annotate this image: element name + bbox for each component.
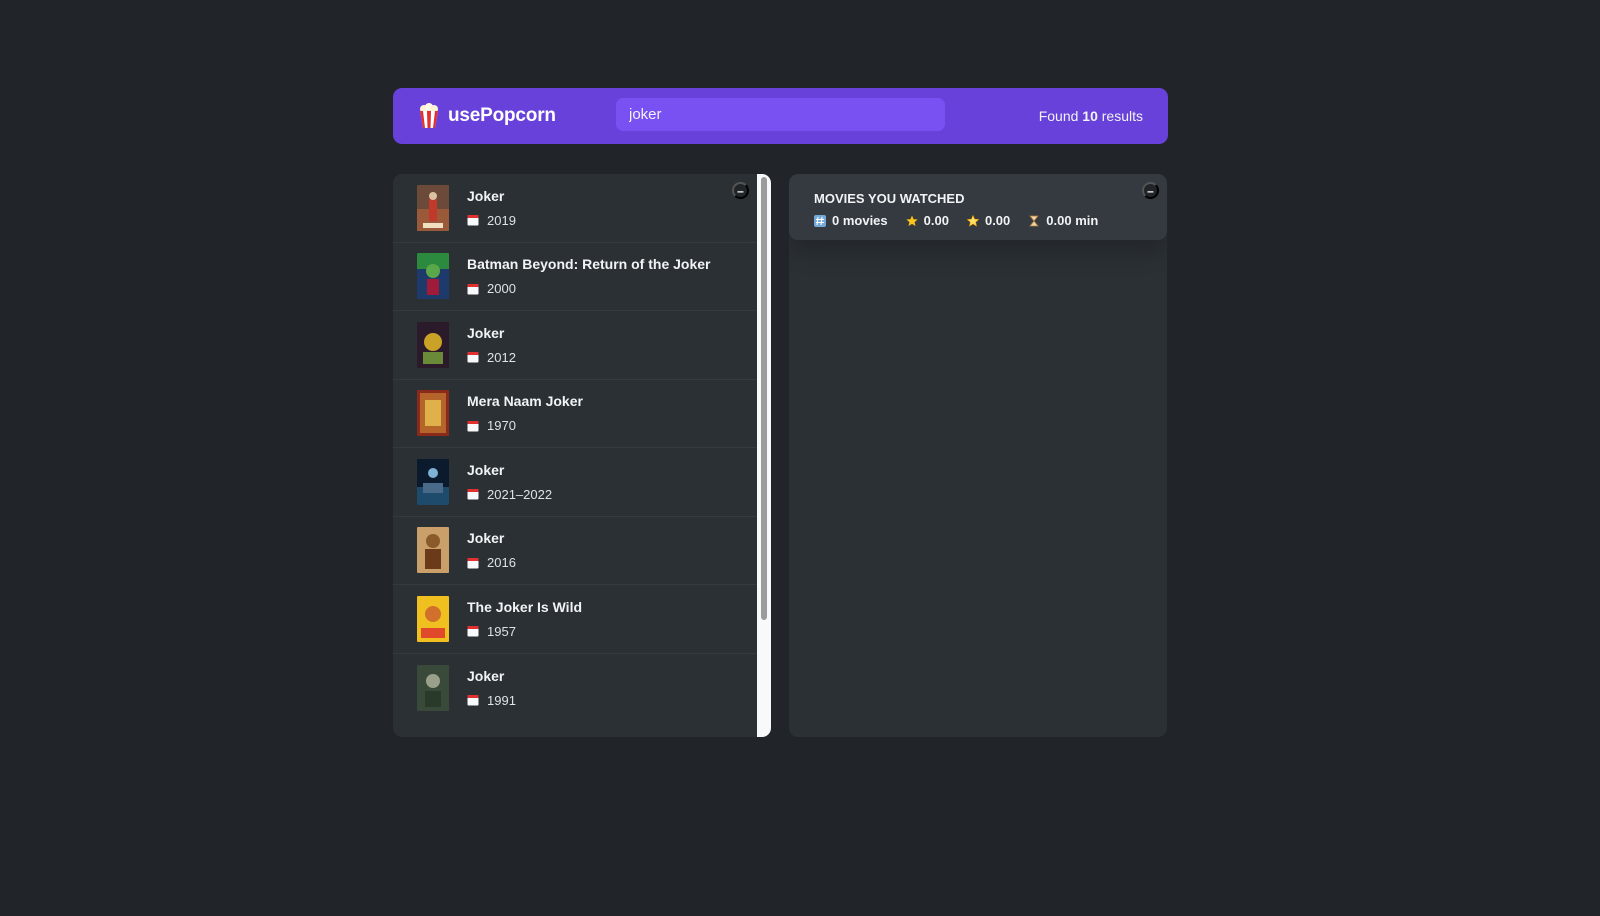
movie-item[interactable]: Joker 2012 <box>393 311 771 380</box>
collapse-results-button[interactable]: – <box>732 182 749 199</box>
movie-poster-image <box>417 390 449 437</box>
results-count: Found 10 results <box>1039 108 1143 124</box>
results-suffix: results <box>1101 108 1143 124</box>
hourglass-icon <box>1029 215 1040 226</box>
scrollbar-thumb[interactable] <box>761 177 767 620</box>
movie-item[interactable]: Joker 1991 <box>393 654 771 723</box>
movie-list: Joker 2019 Batman Beyond: Return of the … <box>393 174 771 737</box>
calendar-icon <box>467 557 479 569</box>
movie-title: The Joker Is Wild <box>467 598 583 615</box>
movie-year: 2012 <box>487 349 516 365</box>
calendar-icon <box>467 626 479 637</box>
movie-year: 1991 <box>487 692 516 708</box>
movie-item[interactable]: Joker 2016 <box>393 517 771 585</box>
movie-item[interactable]: Batman Beyond: Return of the Joker 2000 <box>393 243 771 311</box>
movie-title: Joker <box>467 530 505 547</box>
movie-poster-image <box>417 321 449 368</box>
results-number: 10 <box>1082 108 1098 124</box>
movie-year: 2016 <box>487 555 516 571</box>
avg-user-rating: 0.00 <box>984 213 1011 228</box>
movie-item[interactable]: Joker 2019 <box>393 174 771 243</box>
movie-poster-image <box>417 527 449 574</box>
app-name: usePopcorn <box>448 105 556 126</box>
movie-poster-image <box>417 664 449 711</box>
calendar-icon <box>467 283 479 295</box>
calendar-icon <box>467 420 479 432</box>
movie-poster-image <box>417 595 449 642</box>
movie-year: 1970 <box>487 418 516 434</box>
movie-poster-image <box>417 253 449 300</box>
collapse-watched-button[interactable]: – <box>1142 182 1159 199</box>
calendar-icon <box>467 352 479 363</box>
glowing-star-icon <box>966 214 979 227</box>
nav-bar: usePopcorn Found 10 results <box>393 88 1168 144</box>
avg-imdb-rating: 0.00 <box>923 213 949 228</box>
calendar-icon <box>467 215 479 226</box>
movie-title: Joker <box>467 461 505 478</box>
summary-title: Movies you watched <box>814 191 965 206</box>
watched-summary: Movies you watched 0 movies 0.00 0.00 <box>789 174 1167 240</box>
hash-icon <box>814 214 826 227</box>
app: usePopcorn Found 10 results – Joker <box>393 88 1168 737</box>
movie-year: 2000 <box>487 281 516 297</box>
movie-title: Joker <box>467 667 505 684</box>
logo: usePopcorn <box>418 103 556 129</box>
scrollbar[interactable] <box>757 174 771 737</box>
popcorn-icon <box>420 103 438 128</box>
movie-title: Mera Naam Joker <box>467 393 583 410</box>
movie-item[interactable]: The Joker Is Wild 1957 <box>393 585 771 654</box>
calendar-icon <box>467 695 479 706</box>
movie-year: 2021–2022 <box>487 486 553 502</box>
search-input[interactable] <box>616 98 945 131</box>
movie-title: Joker <box>467 324 505 341</box>
avg-runtime: 0.00 min <box>1046 213 1099 228</box>
main: – Joker 2019 Batman Beyond: Return of th… <box>393 174 1168 737</box>
star-icon <box>906 215 918 226</box>
movie-year: 1957 <box>487 623 516 639</box>
summary-stats: 0 movies 0.00 0.00 0.00 min <box>814 213 1142 228</box>
movie-title: Batman Beyond: Return of the Joker <box>467 256 711 273</box>
movie-title: Joker <box>467 187 505 204</box>
watched-movies-count: 0 movies <box>832 213 888 228</box>
watched-box: – Movies you watched 0 movies 0.00 0.00 <box>789 174 1167 737</box>
movie-item[interactable]: Joker 2021–2022 <box>393 448 771 517</box>
movie-item[interactable]: Mera Naam Joker 1970 <box>393 380 771 448</box>
results-box: – Joker 2019 Batman Beyond: Return of th… <box>393 174 771 737</box>
movie-poster-image <box>417 458 449 505</box>
calendar-icon <box>467 489 479 500</box>
movie-year: 2019 <box>487 212 516 228</box>
movie-poster-image <box>417 184 449 231</box>
results-prefix: Found <box>1038 108 1079 124</box>
